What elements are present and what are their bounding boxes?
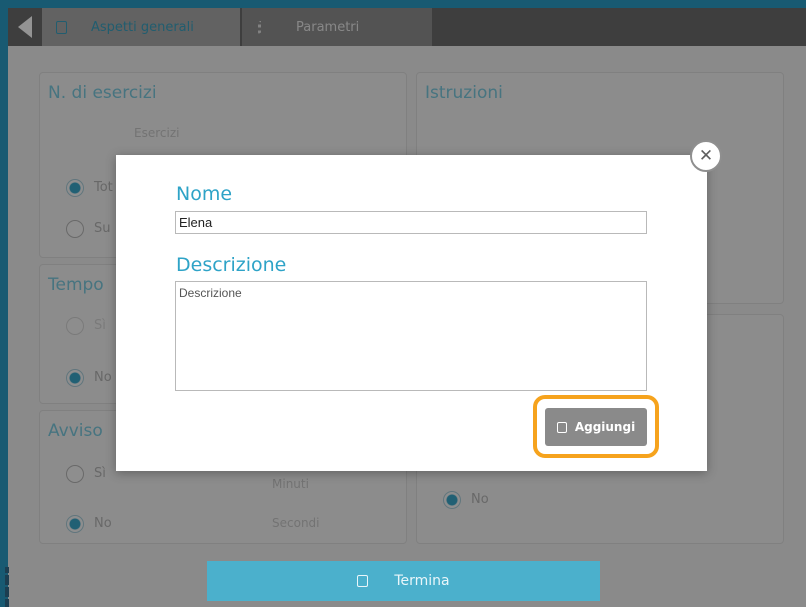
add-button[interactable]: Aggiungi bbox=[545, 408, 647, 446]
save-icon bbox=[357, 575, 369, 587]
description-label: Descrizione bbox=[176, 254, 287, 276]
termina-button[interactable]: Termina bbox=[207, 561, 600, 601]
side-logo bbox=[0, 557, 14, 607]
close-icon[interactable]: ✕ bbox=[690, 140, 722, 172]
termina-label: Termina bbox=[394, 573, 450, 589]
add-button-label: Aggiungi bbox=[574, 420, 636, 434]
description-textarea[interactable] bbox=[175, 281, 647, 391]
name-input[interactable] bbox=[175, 211, 647, 234]
name-label: Nome bbox=[176, 183, 233, 205]
save-icon bbox=[556, 421, 567, 433]
